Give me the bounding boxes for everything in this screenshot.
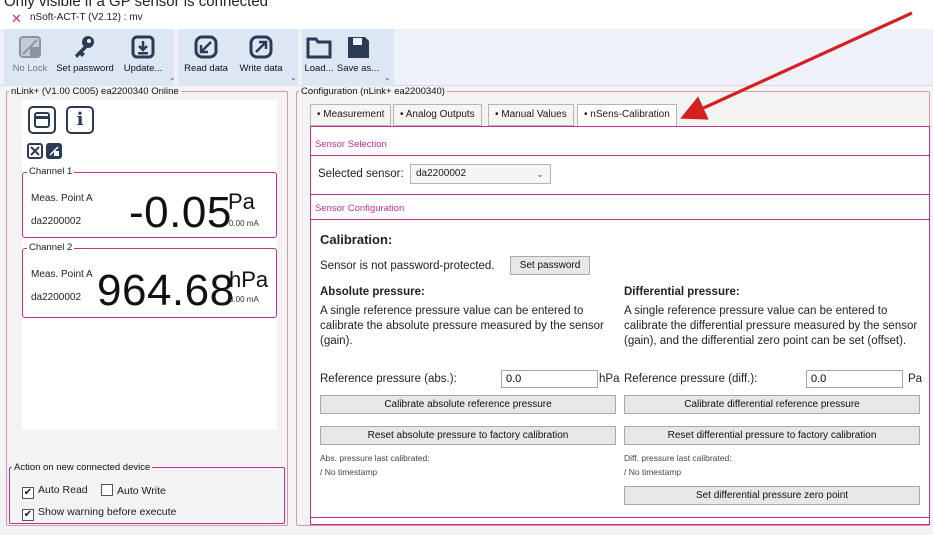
channel-title: Channel 2 bbox=[27, 242, 75, 253]
meas-point-label: Meas. Point A bbox=[31, 193, 93, 204]
channel-title: Channel 1 bbox=[27, 166, 75, 177]
diff-reference-label: Reference pressure (diff.): bbox=[624, 373, 758, 385]
show-warning-checkbox[interactable]: ✔ Show warning before execute bbox=[22, 506, 176, 521]
chevron-down-icon: ⌄ bbox=[536, 169, 544, 179]
folder-icon bbox=[306, 37, 332, 59]
write-arrow-icon bbox=[249, 35, 273, 59]
diff-reference-input[interactable] bbox=[806, 370, 903, 388]
toolbar-overflow-2[interactable]: ⌄ bbox=[290, 73, 297, 82]
diff-reference-unit: Pa bbox=[908, 373, 923, 385]
key-icon bbox=[75, 36, 94, 58]
calibrate-differential-button[interactable]: Calibrate differential reference pressur… bbox=[624, 395, 920, 414]
abs-reference-unit: hPa bbox=[599, 373, 620, 385]
download-icon bbox=[131, 35, 155, 59]
load-button[interactable]: Load... bbox=[302, 29, 336, 86]
auto-read-checkbox[interactable]: ✔ Auto Read bbox=[22, 484, 88, 499]
diff-last-calibrated-value: / No timestamp bbox=[624, 467, 682, 477]
save-disk-icon bbox=[348, 37, 369, 58]
differential-description: A single reference pressure value can be… bbox=[624, 305, 918, 347]
channel-current: 0.00 mA bbox=[229, 219, 259, 228]
abs-reference-input[interactable] bbox=[501, 370, 598, 388]
absolute-pressure-title: Absolute pressure: bbox=[320, 286, 425, 298]
selected-sensor-label: Selected sensor: bbox=[318, 168, 404, 180]
lock-disabled-icon bbox=[19, 36, 41, 58]
channel-unit: hPa bbox=[229, 267, 269, 292]
no-lock-button[interactable]: No Lock bbox=[8, 29, 52, 86]
channel-current: 0.00 mA bbox=[229, 295, 259, 304]
lock-slash-icon bbox=[49, 146, 59, 156]
window-title: nSoft-ACT-T (V2.12) : mv bbox=[30, 12, 143, 23]
tab-analog-outputs[interactable]: • Analog Outputs bbox=[393, 104, 482, 126]
password-status: Sensor is not password-protected. bbox=[320, 260, 495, 272]
diff-last-calibrated-label: Diff. pressure last calibrated: bbox=[624, 453, 732, 463]
read-arrow-icon bbox=[194, 35, 218, 59]
channel-1-card: Channel 1 Meas. Point A da2200002 -0.05 … bbox=[22, 166, 277, 238]
app-logo-icon: ✕ bbox=[11, 11, 22, 26]
sensor-selection-heading: Sensor Selection bbox=[315, 139, 387, 150]
differential-pressure-title: Differential pressure: bbox=[624, 286, 740, 298]
info-icon[interactable]: i bbox=[66, 106, 94, 134]
x-mark-icon bbox=[30, 146, 40, 156]
sensor-select[interactable]: da2200002 ⌄ bbox=[410, 164, 551, 184]
meas-point-label: Meas. Point A bbox=[31, 269, 93, 280]
set-password-sensor-button[interactable]: Set password bbox=[510, 256, 590, 275]
calibration-title: Calibration: bbox=[320, 232, 393, 247]
channel-unit: Pa bbox=[228, 189, 255, 214]
sensor-id: da2200002 bbox=[31, 292, 82, 303]
configuration-group-title: Configuration (nLink+ ea2200340) bbox=[301, 86, 445, 97]
checkbox-box[interactable]: ✔ bbox=[22, 487, 34, 499]
toolbar-overflow-1[interactable]: ⌄ bbox=[169, 73, 176, 82]
calibrate-absolute-button[interactable]: Calibrate absolute reference pressure bbox=[320, 395, 616, 414]
abs-last-calibrated-label: Abs. pressure last calibrated: bbox=[320, 453, 430, 463]
channel-2-card: Channel 2 Meas. Point A da2200002 964.68… bbox=[22, 242, 277, 318]
toolbar-overflow-3[interactable]: ⌄ bbox=[384, 73, 391, 82]
save-as-button[interactable]: Save as... bbox=[336, 29, 380, 86]
set-password-button[interactable]: Set password bbox=[54, 29, 116, 86]
toolbar: No Lock Set password Update... ⌄ Read da… bbox=[0, 29, 933, 86]
reset-absolute-button[interactable]: Reset absolute pressure to factory calib… bbox=[320, 426, 616, 445]
lock-status-icon[interactable] bbox=[46, 143, 62, 159]
checkbox-box[interactable] bbox=[101, 484, 113, 496]
channel-value: 964.68 bbox=[97, 266, 235, 315]
reset-differential-button[interactable]: Reset differential pressure to factory c… bbox=[624, 426, 920, 445]
update-button[interactable]: Update... bbox=[118, 29, 168, 86]
device-group-title: nLink+ (V1.00 C005) ea2200340 Online bbox=[11, 86, 179, 97]
write-data-button[interactable]: Write data bbox=[233, 29, 289, 86]
sensor-configuration-heading: Sensor Configuration bbox=[315, 203, 405, 214]
sensor-id: da2200002 bbox=[31, 216, 82, 227]
checkbox-box[interactable]: ✔ bbox=[22, 509, 34, 521]
tab-nsens-calibration[interactable]: • nSens-Calibration bbox=[577, 104, 677, 127]
title-bar: ✕ nSoft-ACT-T (V2.12) : mv bbox=[0, 9, 933, 29]
tab-measurement[interactable]: • Measurement bbox=[310, 104, 392, 126]
display-view-icon[interactable] bbox=[28, 106, 56, 134]
channel-value: -0.05 bbox=[129, 188, 232, 237]
action-group-title: Action on new connected device bbox=[14, 462, 151, 473]
tab-manual-values[interactable]: • Manual Values bbox=[488, 104, 574, 126]
auto-write-checkbox[interactable]: Auto Write bbox=[101, 484, 166, 497]
read-data-button[interactable]: Read data bbox=[180, 29, 232, 86]
abs-last-calibrated-value: / No timestamp bbox=[320, 467, 378, 477]
reset-x-icon[interactable] bbox=[27, 143, 43, 159]
abs-reference-label: Reference pressure (abs.): bbox=[320, 373, 457, 385]
set-zero-point-button[interactable]: Set differential pressure zero point bbox=[624, 486, 920, 505]
absolute-description: A single reference pressure value can be… bbox=[320, 305, 604, 347]
